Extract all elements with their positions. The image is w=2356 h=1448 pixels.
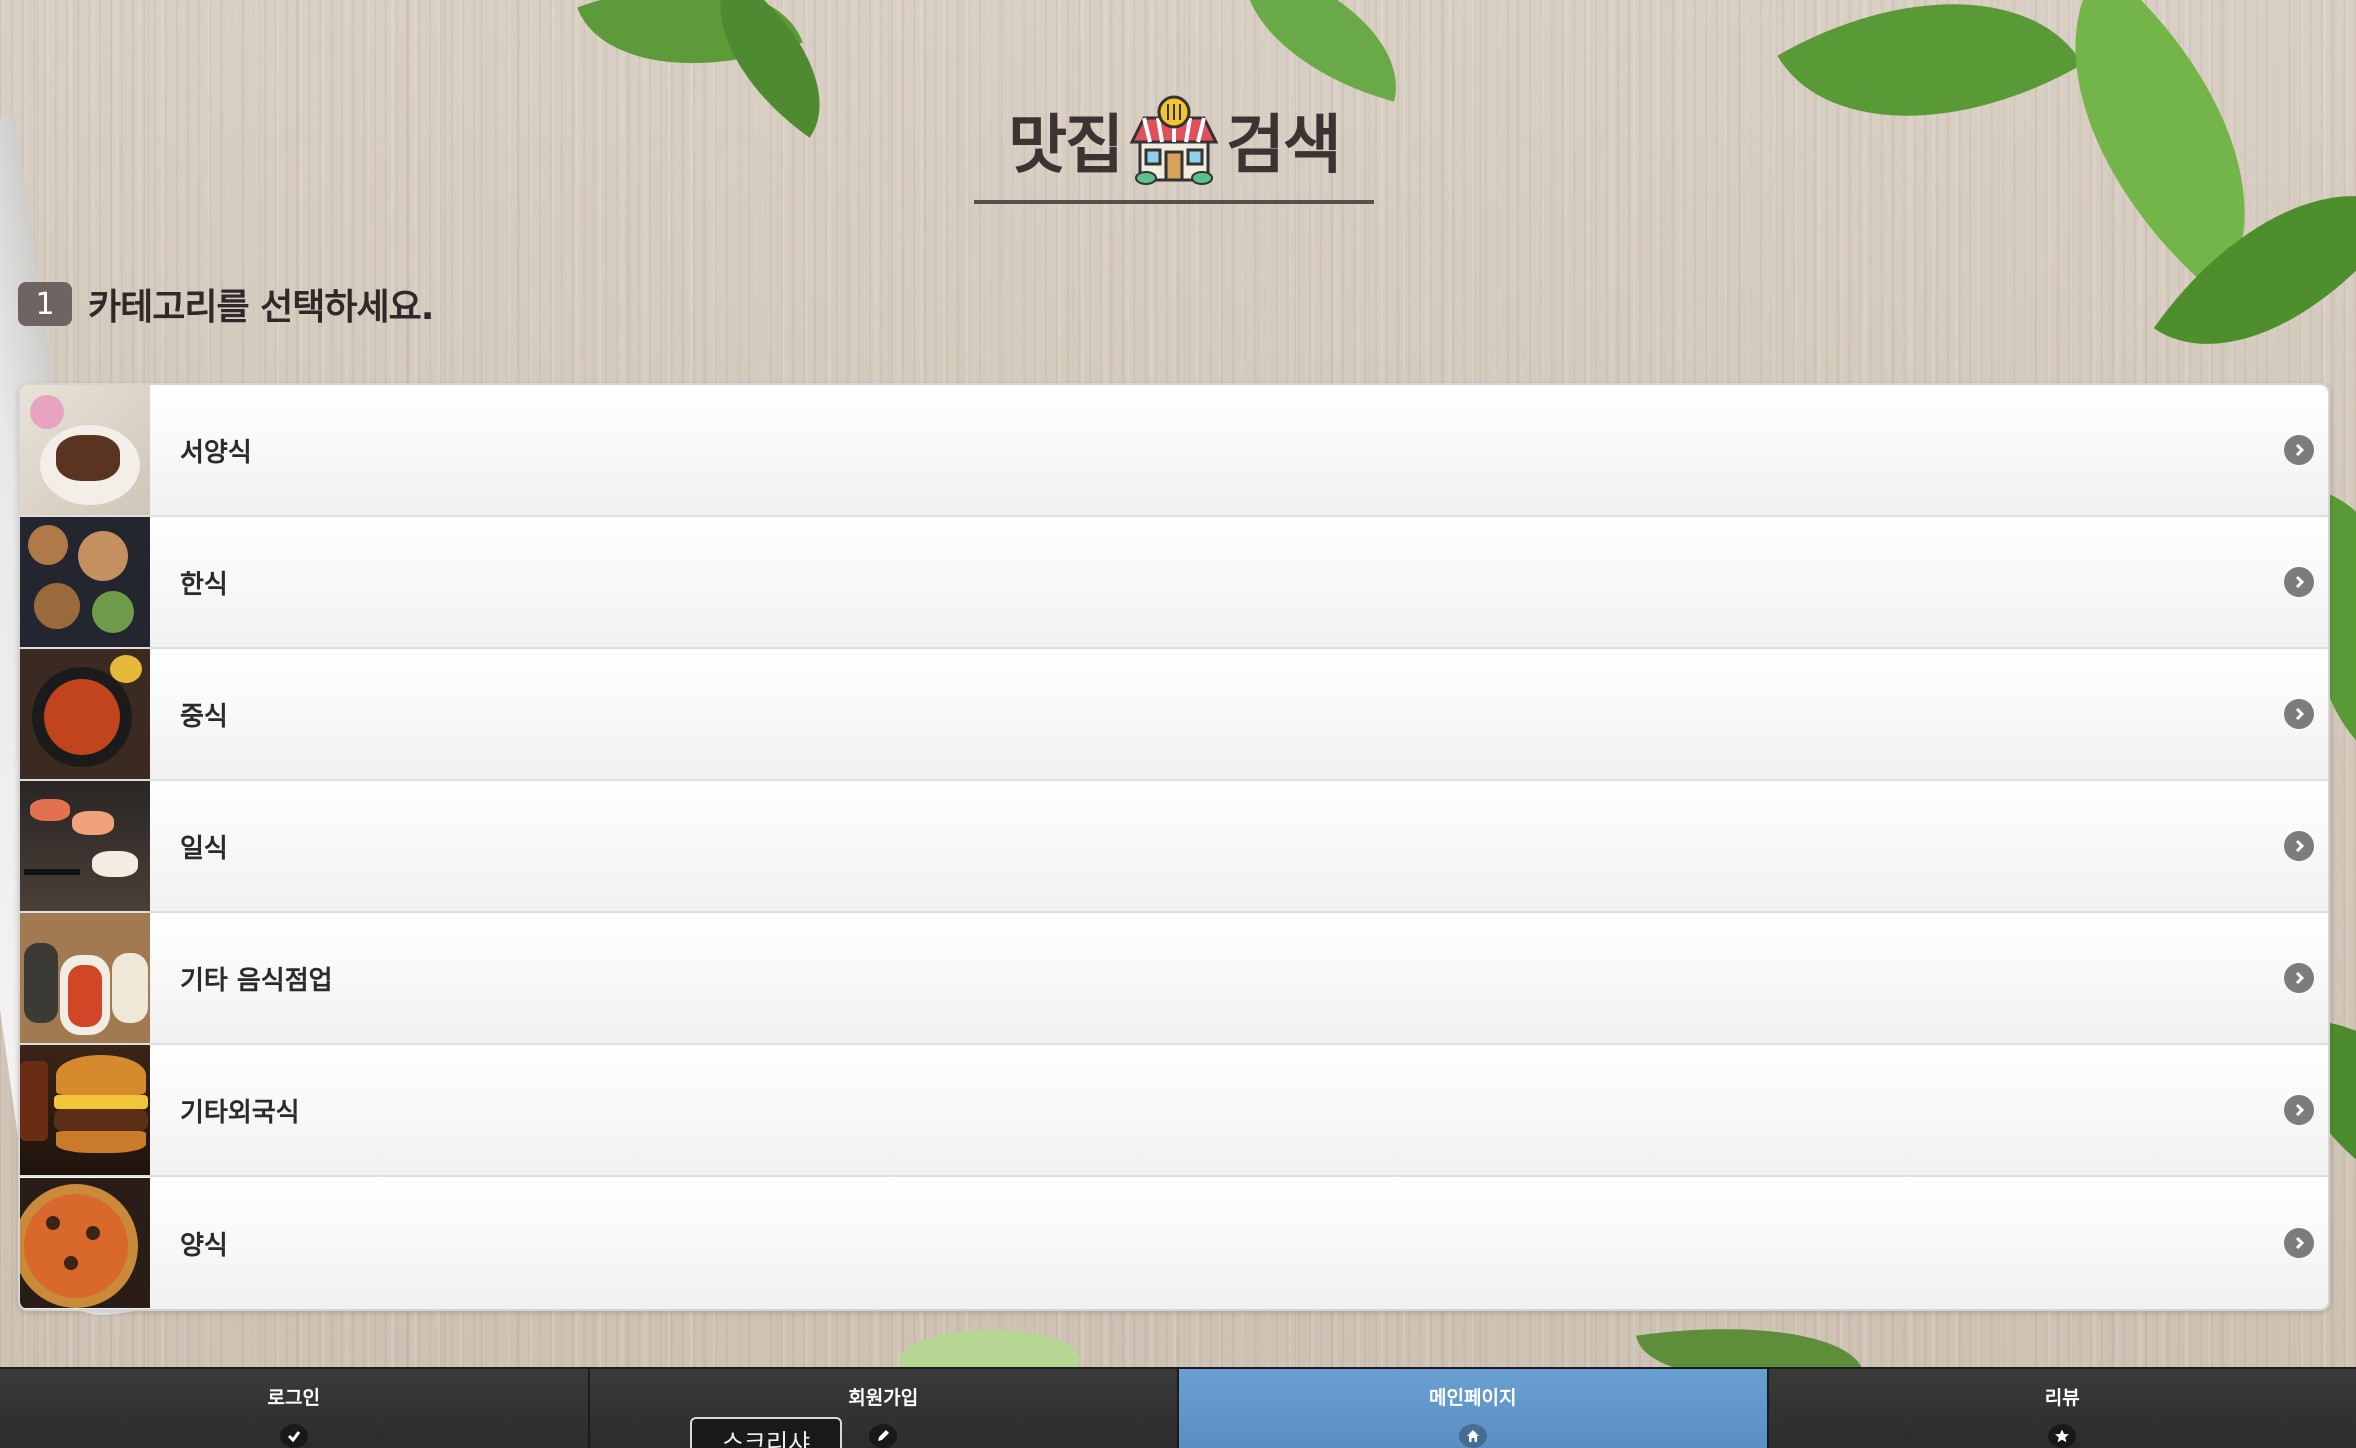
step-number-badge: 1 [18,282,72,326]
title-left-text: 맛집 [1008,109,1124,183]
check-icon [279,1424,308,1448]
category-item-korean[interactable]: 한식 [20,517,2328,649]
category-label: 기타외국식 [180,1097,300,1128]
tab-label: 회원가입 [848,1387,919,1409]
tab-login[interactable]: 로그인 [0,1369,590,1448]
chevron-right-icon [2284,831,2314,861]
category-item-japanese[interactable]: 일식 [20,781,2328,913]
star-icon [2048,1424,2077,1448]
category-item-other-restaurant[interactable]: 기타 음식점업 [20,913,2328,1045]
tab-label: 리뷰 [2044,1387,2080,1409]
chevron-right-icon [2284,567,2314,597]
category-label: 중식 [180,701,228,732]
home-icon [1458,1424,1487,1448]
tab-main-page[interactable]: 메인페이지 [1179,1369,1769,1448]
pencil-icon [869,1424,898,1448]
chevron-right-icon [2284,699,2314,729]
restaurant-store-icon [1129,95,1219,185]
leaf-decoration [1777,0,2083,195]
category-item-western[interactable]: 서양식 [20,385,2328,517]
page-title: 맛집 검색 [974,80,1374,204]
korean-dishes-photo [20,517,150,647]
chevron-right-icon [2284,1228,2314,1258]
chevron-right-icon [2284,435,2314,465]
bottom-tab-bar: 로그인 회원가입 메인페이지 리뷰 [0,1367,2356,1448]
category-label: 한식 [180,569,228,600]
tteokbokki-photo [20,913,150,1043]
tab-label: 메인페이지 [1429,1387,1517,1409]
category-label: 일식 [180,833,228,864]
category-label: 기타 음식점업 [180,965,333,996]
category-label: 서양식 [180,437,252,468]
sushi-photo [20,781,150,911]
category-item-western-style[interactable]: 양식 [20,1177,2328,1309]
section-heading: 1 카테고리를 선택하세요. [18,278,434,330]
category-item-other-foreign[interactable]: 기타외국식 [20,1045,2328,1177]
category-item-chinese[interactable]: 중식 [20,649,2328,781]
title-right-text: 검색 [1226,109,1342,183]
tab-review[interactable]: 리뷰 [1768,1369,2356,1448]
screenshot-button[interactable]: 스크리샤 [690,1417,842,1448]
steak-photo [20,385,150,515]
chevron-right-icon [2284,1095,2314,1125]
category-label: 양식 [180,1230,228,1261]
tab-label: 로그인 [267,1387,320,1409]
category-instruction: 카테고리를 선택하세요. [88,287,434,328]
burger-photo [20,1045,150,1175]
chevron-right-icon [2284,963,2314,993]
tab-signup[interactable]: 회원가입 [589,1369,1179,1448]
chinese-noodle-photo [20,649,150,779]
category-list: 서양식 한식 중식 일식 기타 음식점업 기타외국식 양식 [18,383,2330,1311]
pizza-photo [20,1178,150,1308]
